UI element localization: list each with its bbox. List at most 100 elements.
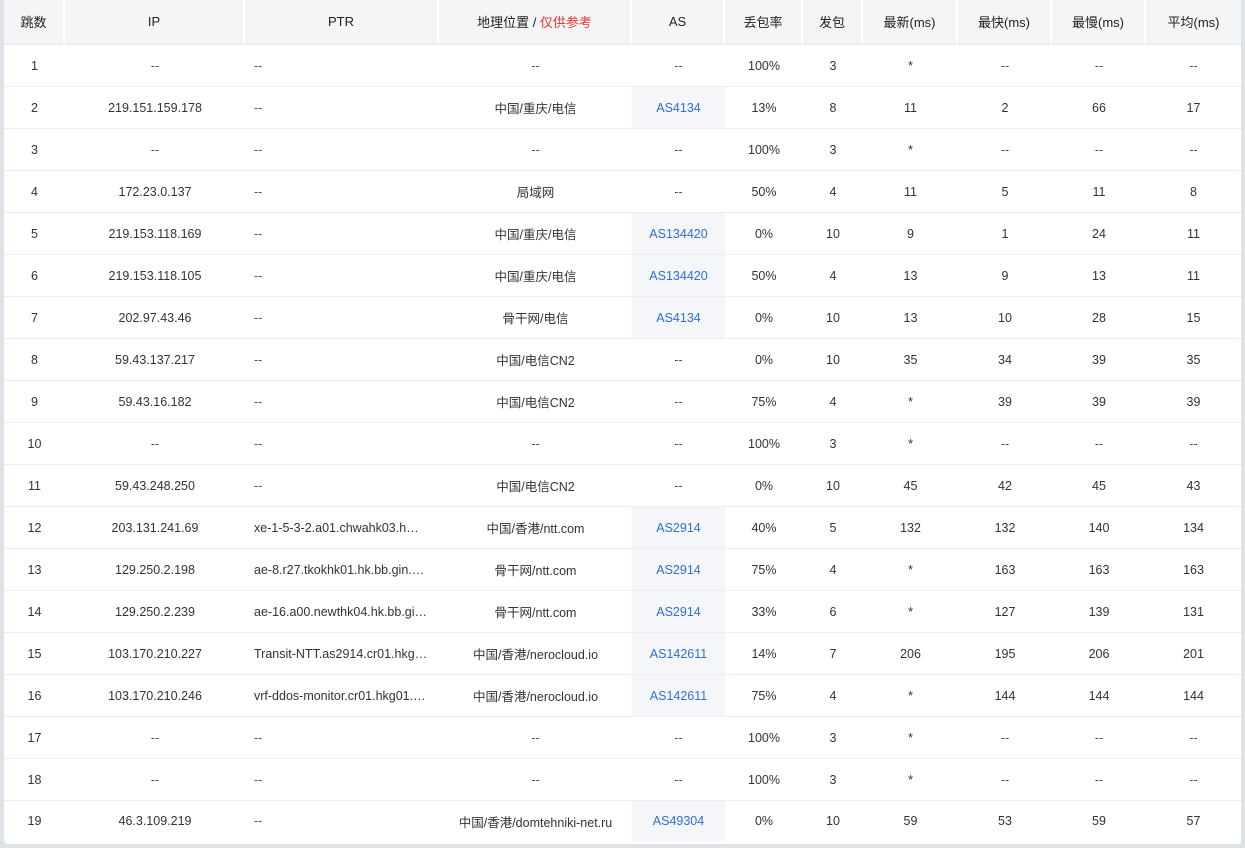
cell-ptr: ae-8.r27.tkokhk01.hk.bb.gin.… bbox=[245, 549, 439, 591]
cell-loss: 0% bbox=[754, 814, 774, 828]
cell-loss: 50% bbox=[725, 171, 803, 213]
cell-sent: 4 bbox=[803, 675, 863, 717]
cell-sent: 3 bbox=[803, 45, 863, 87]
cell-last: * bbox=[863, 675, 958, 717]
cell-hop: 1 bbox=[4, 45, 65, 87]
cell-best: 53 bbox=[998, 814, 1012, 828]
header-loss: 丢包率 bbox=[725, 0, 803, 45]
cell-geo: 中国/重庆/电信 bbox=[439, 87, 632, 129]
cell-ptr: -- bbox=[245, 45, 439, 87]
table-row: 17 -- -- -- -- 100% 3 * -- -- -- bbox=[4, 717, 1241, 759]
as-link[interactable]: AS142611 bbox=[650, 689, 707, 703]
cell-avg: 134 bbox=[1146, 507, 1241, 549]
cell-ip: -- bbox=[65, 45, 245, 87]
header-ip: IP bbox=[65, 0, 245, 45]
cell-ptr: -- bbox=[245, 87, 439, 129]
cell-as: AS134420 bbox=[632, 213, 725, 255]
cell-sent: 4 bbox=[803, 171, 863, 213]
cell-worst: 39 bbox=[1052, 339, 1146, 381]
cell-last: 132 bbox=[863, 507, 958, 549]
cell-worst: 13 bbox=[1052, 255, 1146, 297]
cell-last: * bbox=[863, 45, 958, 87]
cell-hop: 6 bbox=[4, 255, 65, 297]
cell-geo: 中国/香港/domtehniki-net.ru bbox=[458, 815, 613, 830]
cell-avg: 8 bbox=[1146, 171, 1241, 213]
cell-avg: 43 bbox=[1146, 465, 1241, 507]
cell-ptr: -- bbox=[245, 717, 439, 759]
cell-ptr: -- bbox=[245, 171, 439, 213]
cell-as: AS4134 bbox=[632, 297, 725, 339]
table-row: 9 59.43.16.182 -- 中国/电信CN2 -- 75% 4 * 39 39 39 bbox=[4, 381, 1241, 423]
header-geo-warning: 仅供参考 bbox=[539, 15, 592, 30]
as-link[interactable]: AS4134 bbox=[656, 311, 700, 325]
cell-as: AS2914 bbox=[632, 591, 725, 633]
cell-best: -- bbox=[958, 129, 1052, 171]
cell-hop: 3 bbox=[4, 129, 65, 171]
cell-best: -- bbox=[958, 45, 1052, 87]
cell-avg: -- bbox=[1146, 717, 1241, 759]
as-link[interactable]: AS134420 bbox=[649, 269, 707, 283]
table-row: 12 203.131.241.69 xe-1-5-3-2.a01.chwahk03.… bbox=[4, 507, 1241, 549]
header-as: AS bbox=[632, 0, 725, 45]
cell-geo: 骨干网/ntt.com bbox=[439, 549, 632, 591]
cell-worst: -- bbox=[1052, 717, 1146, 759]
cell-geo: 局域网 bbox=[439, 171, 632, 213]
cell-hop: 9 bbox=[4, 381, 65, 423]
cell-as: AS142611 bbox=[632, 675, 725, 717]
cell-avg: 201 bbox=[1146, 633, 1241, 675]
as-link[interactable]: AS134420 bbox=[649, 227, 707, 241]
cell-ip: 202.97.43.46 bbox=[65, 297, 245, 339]
cell-worst: 24 bbox=[1052, 213, 1146, 255]
as-link[interactable]: AS49304 bbox=[653, 814, 704, 828]
cell-ip: -- bbox=[65, 759, 245, 801]
table-row: 15 103.170.210.227 Transit-NTT.as2914.cr01… bbox=[4, 633, 1241, 675]
header-last: 最新(ms) bbox=[863, 0, 958, 45]
header-worst: 最慢(ms) bbox=[1052, 0, 1146, 45]
cell-worst: 163 bbox=[1052, 549, 1146, 591]
cell-loss: 100% bbox=[725, 423, 803, 465]
cell-hop: 15 bbox=[4, 633, 65, 675]
cell-best: 42 bbox=[958, 465, 1052, 507]
cell-as: -- bbox=[632, 759, 725, 801]
cell-best: 39 bbox=[958, 381, 1052, 423]
as-link[interactable]: AS2914 bbox=[656, 521, 700, 535]
cell-loss: 0% bbox=[725, 297, 803, 339]
cell-loss: 100% bbox=[725, 45, 803, 87]
as-link[interactable]: AS2914 bbox=[656, 605, 700, 619]
table-row: 11 59.43.248.250 -- 中国/电信CN2 -- 0% 10 45 42 45 43 bbox=[4, 465, 1241, 507]
cell-worst: -- bbox=[1052, 759, 1146, 801]
cell-avg: 11 bbox=[1146, 213, 1241, 255]
cell-ptr: ae-16.a00.newthk04.hk.bb.gi… bbox=[245, 591, 439, 633]
cell-geo: -- bbox=[439, 129, 632, 171]
cell-loss: 100% bbox=[725, 129, 803, 171]
header-best: 最快(ms) bbox=[958, 0, 1052, 45]
cell-sent: 5 bbox=[803, 507, 863, 549]
header-geo-main: 地理位置 bbox=[477, 15, 530, 30]
cell-best: -- bbox=[958, 717, 1052, 759]
cell-last: * bbox=[863, 549, 958, 591]
cell-sent: 4 bbox=[803, 381, 863, 423]
cell-best: 34 bbox=[958, 339, 1052, 381]
header-avg: 平均(ms) bbox=[1146, 0, 1241, 45]
as-link[interactable]: AS4134 bbox=[656, 101, 700, 115]
cell-geo: -- bbox=[439, 423, 632, 465]
cell-as: AS2914 bbox=[632, 549, 725, 591]
cell-hop: 19 bbox=[27, 814, 42, 828]
cell-geo: 中国/电信CN2 bbox=[439, 339, 632, 381]
cell-loss: 0% bbox=[725, 339, 803, 381]
cell-ptr: xe-1-5-3-2.a01.chwahk03.h… bbox=[245, 507, 439, 549]
table-row: 8 59.43.137.217 -- 中国/电信CN2 -- 0% 10 35 34 39 35 bbox=[4, 339, 1241, 381]
cell-last: * bbox=[863, 591, 958, 633]
as-link[interactable]: AS142611 bbox=[650, 647, 707, 661]
cell-loss: 33% bbox=[725, 591, 803, 633]
table-row: 13 129.250.2.198 ae-8.r27.tkokhk01.hk.bb.g… bbox=[4, 549, 1241, 591]
as-link[interactable]: AS2914 bbox=[656, 563, 700, 577]
cell-avg: 131 bbox=[1146, 591, 1241, 633]
cell-as: -- bbox=[632, 465, 725, 507]
cell-geo: 中国/电信CN2 bbox=[439, 465, 632, 507]
cell-worst: 11 bbox=[1052, 171, 1146, 213]
table-row: 3 -- -- -- -- 100% 3 * -- -- -- bbox=[4, 129, 1241, 171]
cell-loss: 0% bbox=[725, 213, 803, 255]
cell-geo: 中国/重庆/电信 bbox=[439, 255, 632, 297]
cell-sent: 3 bbox=[803, 759, 863, 801]
